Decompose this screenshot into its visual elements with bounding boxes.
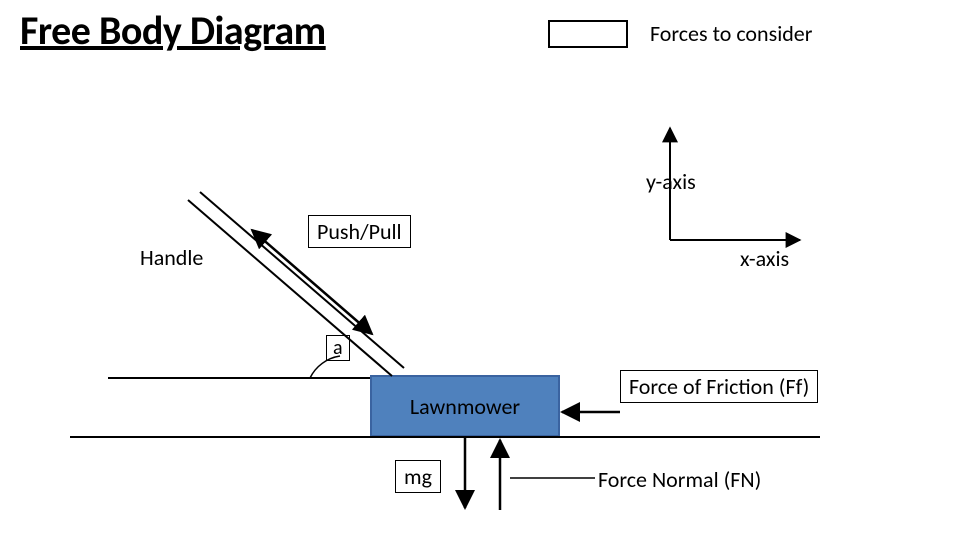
page-title: Free Body Diagram	[20, 6, 326, 55]
mg-label: mg	[395, 460, 441, 493]
angle-label: a	[326, 335, 350, 361]
handle-label: Handle	[140, 244, 203, 271]
lawnmower-body: Lawnmower	[370, 375, 560, 437]
y-axis-label: y-axis	[646, 168, 696, 195]
friction-label: Force of Friction (Ff)	[620, 370, 818, 403]
x-axis-label: x-axis	[740, 245, 789, 272]
normal-label: Force Normal (FN)	[598, 466, 761, 493]
lawnmower-label: Lawnmower	[410, 393, 520, 420]
diagram-stage: Free Body Diagram Forces to consider y-a…	[0, 0, 960, 540]
push-pull-label: Push/Pull	[308, 215, 411, 248]
legend-swatch	[548, 20, 628, 48]
legend-caption: Forces to consider	[650, 20, 812, 47]
